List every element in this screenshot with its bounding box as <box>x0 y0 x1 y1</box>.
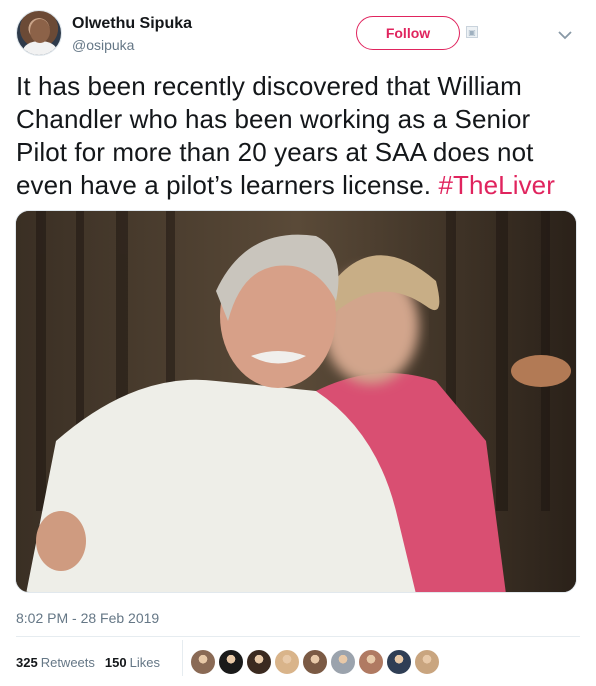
user-names: Olwethu Sipuka @osipuka <box>72 14 192 55</box>
divider-top <box>16 636 580 637</box>
liker-avatars <box>190 649 442 675</box>
avatar-photo[interactable] <box>246 649 272 675</box>
follow-button[interactable]: Follow <box>356 16 460 50</box>
avatar-photo[interactable] <box>302 649 328 675</box>
stats-separator <box>182 640 183 676</box>
hashtag-link[interactable]: #TheLiver <box>438 170 555 200</box>
verified-placeholder-icon: ▣ <box>466 26 478 38</box>
tweet-text: It has been recently discovered that Wil… <box>16 70 582 202</box>
avatar-photo[interactable] <box>190 649 216 675</box>
user-handle[interactable]: @osipuka <box>72 35 192 55</box>
user-avatar[interactable] <box>16 10 62 56</box>
avatar-photo[interactable] <box>414 649 440 675</box>
chevron-down-icon[interactable] <box>556 28 574 42</box>
display-name[interactable]: Olwethu Sipuka <box>72 14 192 34</box>
tweet-timestamp[interactable]: 8:02 PM - 28 Feb 2019 <box>16 610 159 626</box>
retweets-label: Retweets <box>40 655 95 670</box>
tweet-photo[interactable] <box>15 210 577 593</box>
retweets-stat[interactable]: 325 Retweets <box>16 655 95 670</box>
likes-count: 150 <box>104 655 127 670</box>
likes-stat[interactable]: 150 Likes <box>105 655 160 670</box>
tweet-stats: 325 Retweets 150 Likes <box>16 655 170 670</box>
retweets-count: 325 <box>16 655 38 670</box>
likes-label: Likes <box>129 655 160 670</box>
tweet-header: Olwethu Sipuka @osipuka Follow ▣ <box>16 10 580 62</box>
photo-illustration <box>16 211 576 592</box>
avatar-photo[interactable] <box>330 649 356 675</box>
avatar-photo[interactable] <box>358 649 384 675</box>
avatar-photo[interactable] <box>274 649 300 675</box>
avatar-logo-curt[interactable] <box>218 649 244 675</box>
avatar-photo[interactable] <box>386 649 412 675</box>
